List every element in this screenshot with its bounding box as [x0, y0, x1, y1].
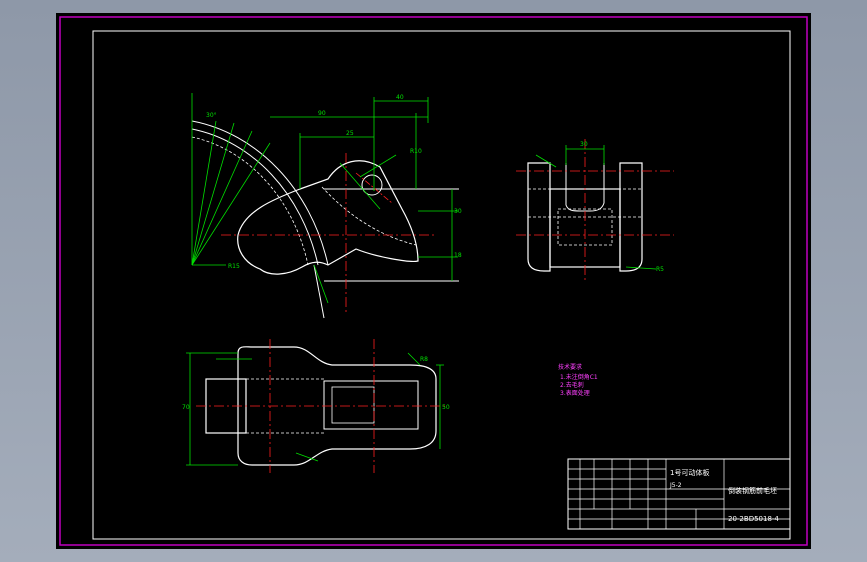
svg-text:50: 50 [442, 404, 450, 411]
svg-text:18: 18 [454, 252, 462, 259]
front-view: 90 40 25 30 18 R10 R15 30° [191, 93, 462, 319]
note-line-1: 1.未注倒角C1 [560, 373, 598, 381]
notes-heading: 技术要求 [558, 363, 582, 371]
svg-text:R10: R10 [410, 148, 422, 155]
svg-text:R5: R5 [656, 266, 664, 273]
radial-dimensions [191, 93, 329, 304]
front-view-dim-text: 90 40 25 30 18 R10 R15 30° [206, 94, 462, 270]
svg-text:25: 25 [346, 130, 354, 137]
drawing-border [92, 30, 791, 540]
svg-text:90: 90 [318, 110, 326, 117]
cad-drawing: 90 40 25 30 18 R10 R15 30° 30 R5 70 50 R… [59, 16, 808, 546]
part-name: 1号可动体板 [670, 468, 709, 477]
top-view-dim-text: 70 50 R8 [182, 356, 450, 411]
svg-text:R8: R8 [420, 356, 428, 363]
title-block: 1号可动体板 J5-2 倒装钢筋前毛坯 20-2BD5018-4 [567, 458, 791, 530]
svg-text:40: 40 [396, 94, 404, 101]
top-view: 70 50 R8 [182, 339, 450, 473]
side-view: 30 R5 [516, 139, 674, 283]
arm-hidden-line [321, 186, 417, 246]
svg-text:30: 30 [454, 208, 462, 215]
svg-text:30: 30 [580, 141, 588, 148]
arm-tip-line [313, 264, 325, 319]
note-line-3: 3.表面处理 [560, 389, 590, 397]
top-inner-slot [331, 386, 375, 424]
note-line-2: 2.去毛刺 [560, 381, 584, 389]
drawing-title: 倒装钢筋前毛坯 [728, 486, 777, 495]
hidden-arc [191, 136, 309, 266]
material: J5-2 [669, 482, 682, 489]
svg-text:30°: 30° [206, 112, 217, 119]
svg-text:R15: R15 [228, 263, 240, 270]
svg-text:70: 70 [182, 404, 190, 411]
side-view-dim-text: 30 R5 [580, 141, 664, 273]
cad-drawing-viewport[interactable]: 90 40 25 30 18 R10 R15 30° 30 R5 70 50 R… [56, 13, 811, 549]
arm-outline [237, 160, 419, 275]
top-view-dimensions [186, 352, 444, 466]
technical-notes: 技术要求 1.未注倒角C1 2.去毛刺 3.表面处理 [558, 363, 598, 397]
drawing-number: 20-2BD5018-4 [728, 515, 779, 523]
top-slot [323, 380, 419, 430]
